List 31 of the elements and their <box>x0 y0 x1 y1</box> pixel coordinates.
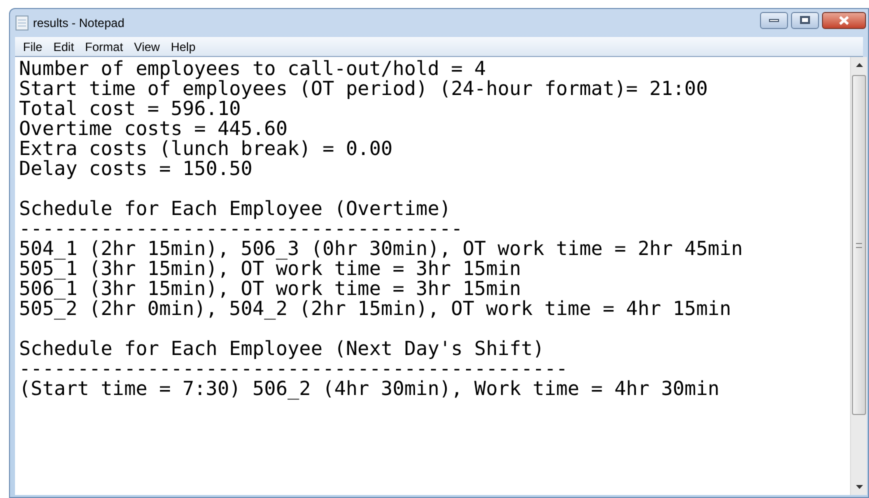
text-line: Overtime costs = 445.60 <box>19 119 288 139</box>
menu-item[interactable]: File <box>18 38 48 56</box>
text-line: Start time of employees (OT period) (24-hour format)= 21:00 <box>19 79 708 99</box>
scroll-down-icon[interactable] <box>856 485 862 489</box>
text-line: 506_1 (3hr 15min), OT work time = 3hr 15min <box>19 279 521 299</box>
text-line: 505_2 (2hr 0min), 504_2 (2hr 15min), OT work time = 4hr 15min <box>19 299 732 319</box>
scroll-up-icon[interactable] <box>856 63 862 67</box>
menu-item[interactable]: View <box>129 38 165 56</box>
text-line: Delay costs = 150.50 <box>19 159 252 179</box>
text-line: Schedule for Each Employee (Overtime) <box>19 199 451 219</box>
menu-item[interactable]: Edit <box>48 38 80 56</box>
notepad-icon <box>15 15 29 31</box>
window-title: results - Notepad <box>33 15 124 32</box>
menu-item[interactable]: Help <box>166 38 201 56</box>
text-line: Total cost = 596.10 <box>19 99 241 119</box>
text-line: 505_1 (3hr 15min), OT work time = 3hr 15min <box>19 259 521 279</box>
maximize-button[interactable] <box>791 12 819 28</box>
vertical-scrollbar[interactable] <box>850 57 867 495</box>
text-line: Number of employees to call-out/hold = 4 <box>19 59 486 79</box>
text-line: Extra costs (lunch break) = 0.00 <box>19 139 393 159</box>
text-line: Schedule for Each Employee (Next Day's Shift) <box>19 339 544 359</box>
text-line: 504_1 (2hr 15min), 506_3 (0hr 30min), OT work time = 2hr 45min <box>19 239 743 259</box>
minimize-button[interactable] <box>760 12 788 28</box>
text-line: ----------------------------------------------- <box>19 359 568 379</box>
scroll-thumb[interactable] <box>852 75 866 415</box>
menu-item[interactable]: Format <box>80 38 128 56</box>
text-line: -------------------------------------- <box>19 219 463 239</box>
close-button[interactable] <box>822 12 866 28</box>
grip-icon <box>856 242 862 248</box>
close-icon <box>839 16 849 24</box>
text-line: (Start time = 7:30) 506_2 (4hr 30min), Work time = 4hr 30min <box>19 379 720 399</box>
